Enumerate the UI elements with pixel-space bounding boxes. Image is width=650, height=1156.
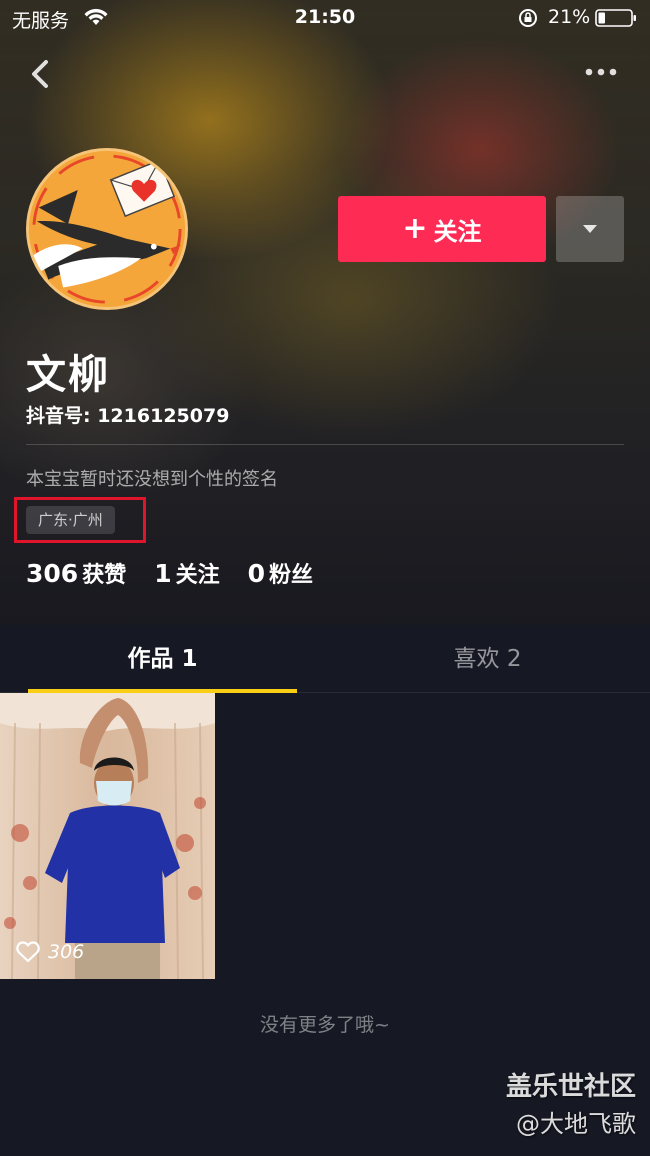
stat-value: 0	[247, 559, 266, 588]
end-of-list-message: 没有更多了哦~	[260, 1014, 390, 1036]
stat-label: 粉丝	[269, 563, 314, 588]
recommend-dropdown-button[interactable]	[556, 196, 624, 262]
video-like-count: 306	[16, 941, 84, 963]
stat-value: 306	[26, 559, 79, 588]
tab-works[interactable]: 作品 1	[0, 625, 325, 693]
signature: 本宝宝暂时还没想到个性的签名	[26, 469, 278, 490]
douyin-id: 抖音号: 1216125079	[26, 405, 230, 427]
stat-following[interactable]: 1 关注	[154, 557, 219, 589]
plus-icon: +	[402, 211, 428, 246]
divider	[26, 444, 624, 445]
avatar[interactable]	[26, 148, 188, 310]
follow-label: 关注	[433, 217, 482, 246]
chevron-left-icon[interactable]	[24, 56, 56, 92]
stat-followers[interactable]: 0 粉丝	[248, 557, 313, 589]
stat-label: 获赞	[82, 563, 127, 588]
video-thumbnail[interactable]	[0, 693, 215, 979]
ellipsis-icon[interactable]	[584, 64, 618, 80]
tab-likes[interactable]: 喜欢 2	[325, 625, 650, 693]
annotation-highlight-box	[14, 497, 146, 543]
triangle-down-icon	[583, 225, 597, 233]
content-tabs: 作品 1 喜欢 2	[0, 625, 650, 693]
stats-row: 306 获赞 1 关注 0 粉丝	[26, 557, 341, 589]
like-count-value: 306	[48, 941, 85, 963]
watermark-title: 盖乐世社区	[505, 1072, 636, 1102]
stat-label: 关注	[175, 563, 220, 588]
heart-icon	[16, 941, 40, 963]
battery-percent: 21%	[548, 6, 591, 28]
battery-icon	[595, 9, 636, 27]
stat-likes[interactable]: 306 获赞	[26, 557, 126, 589]
watermark-user: @大地飞歌	[516, 1110, 636, 1138]
status-bar: 无服务 21:50 21%	[0, 0, 650, 36]
stat-value: 1	[154, 559, 172, 588]
follow-button[interactable]: + 关注	[338, 196, 546, 262]
profile-name: 文柳	[26, 352, 110, 398]
rotation-lock-icon	[519, 9, 537, 27]
